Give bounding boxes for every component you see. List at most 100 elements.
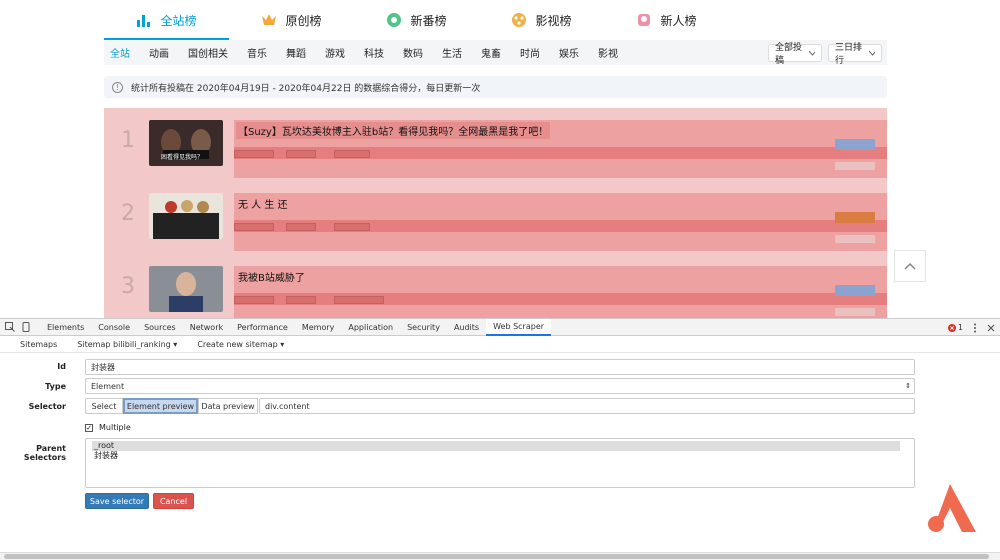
- video-thumbnail[interactable]: [149, 193, 223, 239]
- video-title[interactable]: 我被B站威胁了: [236, 268, 307, 285]
- devtools-tab[interactable]: Elements: [40, 319, 91, 336]
- dropdown-value: 全部投稿: [775, 43, 803, 66]
- tab-newcomer[interactable]: 新人榜: [604, 0, 729, 40]
- play-count-field: [234, 296, 274, 304]
- rank-content: 我被B站威胁了: [234, 266, 887, 318]
- data-preview-button[interactable]: Data preview: [198, 398, 258, 414]
- tab-bangumi[interactable]: 新番榜: [354, 0, 479, 40]
- type-label: Type: [45, 382, 66, 391]
- uploader-field: [334, 223, 370, 231]
- rank-content: 无 人 生 还: [234, 193, 887, 251]
- type-select[interactable]: Element ⇕: [85, 378, 915, 394]
- rank-item[interactable]: 3 我被B站威胁了: [104, 254, 887, 318]
- id-input[interactable]: 封装器: [85, 359, 915, 375]
- dropdown-value: 三日排行: [835, 43, 863, 66]
- category-item[interactable]: 时尚: [520, 45, 540, 60]
- tab-label: 影视榜: [535, 13, 572, 28]
- rank-number: 3: [121, 274, 135, 299]
- id-label: Id: [57, 362, 66, 371]
- multiple-checkbox[interactable]: ✓: [85, 423, 93, 432]
- category-item[interactable]: 游戏: [325, 45, 345, 60]
- category-item[interactable]: 音乐: [247, 45, 267, 60]
- parent-selectors-list[interactable]: _root 封装器: [85, 438, 915, 488]
- devtools-tab-web-scraper[interactable]: Web Scraper: [486, 318, 552, 336]
- error-counter[interactable]: 1: [947, 323, 963, 332]
- parent-option[interactable]: 封装器: [86, 451, 914, 461]
- close-icon[interactable]: [987, 324, 995, 332]
- ranking-list: 1 困看得见我吗？ 【Suzy】瓦坎达美妆博主入驻b站？看得见我吗？全网最黑是我…: [104, 108, 887, 318]
- category-item[interactable]: 鬼畜: [481, 45, 501, 60]
- nav-sitemap-dropdown[interactable]: Sitemap bilibili_ranking ▾: [77, 340, 177, 349]
- devtools-tab[interactable]: Security: [400, 319, 447, 336]
- nav-create-sitemap[interactable]: Create new sitemap ▾: [197, 340, 284, 349]
- device-toolbar-icon[interactable]: [20, 321, 32, 333]
- category-item[interactable]: 动画: [149, 45, 169, 60]
- tab-original[interactable]: 原创榜: [229, 0, 354, 40]
- danmaku-count-field: [286, 223, 316, 231]
- video-thumbnail[interactable]: 困看得见我吗？: [149, 120, 223, 166]
- category-item[interactable]: 生活: [442, 45, 462, 60]
- video-title[interactable]: 无 人 生 还: [236, 195, 290, 212]
- scrollbar-thumb[interactable]: [4, 554, 989, 559]
- submission-type-dropdown[interactable]: 全部投稿: [768, 43, 822, 66]
- video-title[interactable]: 【Suzy】瓦坎达美妆博主入驻b站？看得见我吗？全网最黑是我了吧！: [236, 122, 551, 139]
- devtools-tab[interactable]: Application: [341, 319, 400, 336]
- parent-selectors-label: Parent Selectors: [23, 444, 66, 462]
- thumbnail-caption: 困看得见我吗？: [161, 154, 204, 161]
- highlight-band: [234, 220, 887, 232]
- category-item[interactable]: 科技: [364, 45, 384, 60]
- selector-form: Id 封装器 Type Element ⇕ Selector Select El…: [0, 354, 1000, 552]
- crown-icon: [262, 14, 277, 25]
- error-count: 1: [957, 323, 963, 332]
- ranking-page: 全站榜 原创榜 新番榜 影视榜 新人榜 全站 动画 国创相关 音乐 舞蹈 游戏 …: [0, 0, 1000, 318]
- category-item[interactable]: 舞蹈: [286, 45, 306, 60]
- element-preview-button[interactable]: Element preview: [123, 398, 198, 414]
- devtools-tab[interactable]: Audits: [447, 319, 486, 336]
- tab-label: 新人榜: [660, 13, 697, 28]
- chevron-down-icon: [809, 50, 815, 56]
- cancel-button[interactable]: Cancel: [153, 493, 194, 509]
- info-icon: !: [112, 81, 123, 93]
- chevron-up-icon: [904, 262, 916, 270]
- bangumi-icon: [387, 13, 402, 27]
- ranking-type-tabs: 全站榜 原创榜 新番榜 影视榜 新人榜: [104, 0, 887, 40]
- devtools-tab[interactable]: Sources: [137, 319, 183, 336]
- save-selector-button[interactable]: Save selector: [85, 493, 149, 509]
- tab-label: 新番榜: [410, 13, 447, 28]
- select-button[interactable]: Select: [85, 398, 123, 414]
- category-item[interactable]: 全站: [110, 45, 130, 60]
- chevron-down-icon: [869, 50, 875, 56]
- highlight-band: [234, 147, 887, 159]
- danmaku-count-field: [286, 296, 316, 304]
- back-to-top-button[interactable]: [894, 250, 926, 282]
- category-item[interactable]: 数码: [403, 45, 423, 60]
- type-value: Element: [91, 381, 125, 391]
- rank-item[interactable]: 2 无 人 生 还: [104, 181, 887, 251]
- more-options-icon[interactable]: [973, 323, 977, 333]
- nav-sitemaps[interactable]: Sitemaps: [20, 340, 57, 349]
- parent-option[interactable]: _root: [92, 441, 900, 451]
- multiple-option: ✓ Multiple: [85, 423, 131, 432]
- score-label-field: [835, 162, 875, 170]
- period-dropdown[interactable]: 三日排行: [828, 43, 882, 66]
- notice-text: 统计所有投稿在 2020年04月19日 - 2020年04月22日 的数据综合得…: [131, 83, 481, 94]
- selector-input[interactable]: div.content: [259, 398, 915, 414]
- devtools-tab[interactable]: Performance: [230, 319, 295, 336]
- tab-all-site[interactable]: 全站榜: [104, 0, 229, 40]
- category-item[interactable]: 影视: [598, 45, 618, 60]
- video-thumbnail[interactable]: [149, 266, 223, 312]
- devtools-tab[interactable]: Console: [91, 319, 137, 336]
- selector-label: Selector: [28, 402, 66, 411]
- danmaku-count-field: [286, 150, 316, 158]
- inspect-element-icon[interactable]: [4, 321, 16, 333]
- category-item[interactable]: 娱乐: [559, 45, 579, 60]
- devtools-tab[interactable]: Memory: [295, 319, 342, 336]
- score-field: [835, 212, 875, 223]
- stats-notice: ! 统计所有投稿在 2020年04月19日 - 2020年04月22日 的数据综…: [104, 76, 887, 98]
- score-field: [835, 139, 875, 150]
- devtools-tab[interactable]: Network: [183, 319, 230, 336]
- category-item[interactable]: 国创相关: [188, 45, 228, 60]
- tab-movie[interactable]: 影视榜: [479, 0, 604, 40]
- rank-item[interactable]: 1 困看得见我吗？ 【Suzy】瓦坎达美妆博主入驻b站？看得见我吗？全网最黑是我…: [104, 108, 887, 178]
- thumbnail-image: [149, 266, 223, 312]
